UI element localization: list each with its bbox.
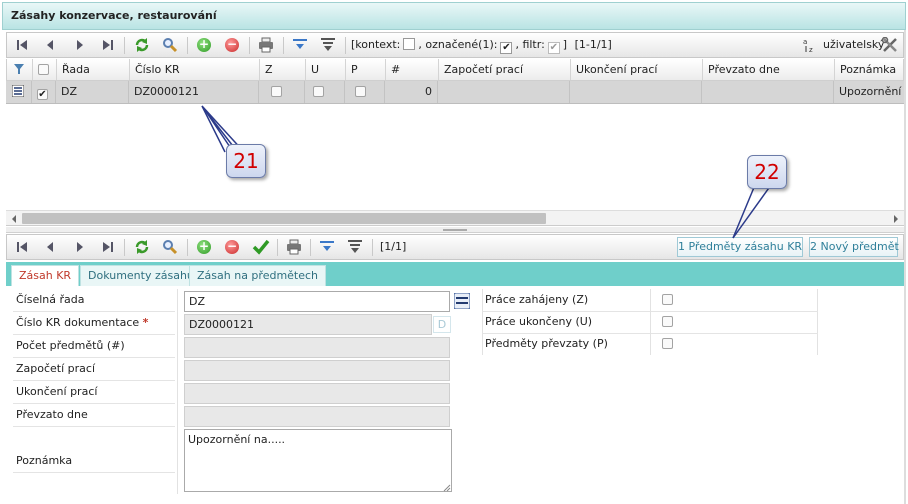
callout-arrows [201, 105, 772, 239]
callout-22: 22 [747, 155, 787, 189]
callout-21-arrow-line [201, 105, 226, 153]
callout-21: 21 [226, 144, 266, 178]
